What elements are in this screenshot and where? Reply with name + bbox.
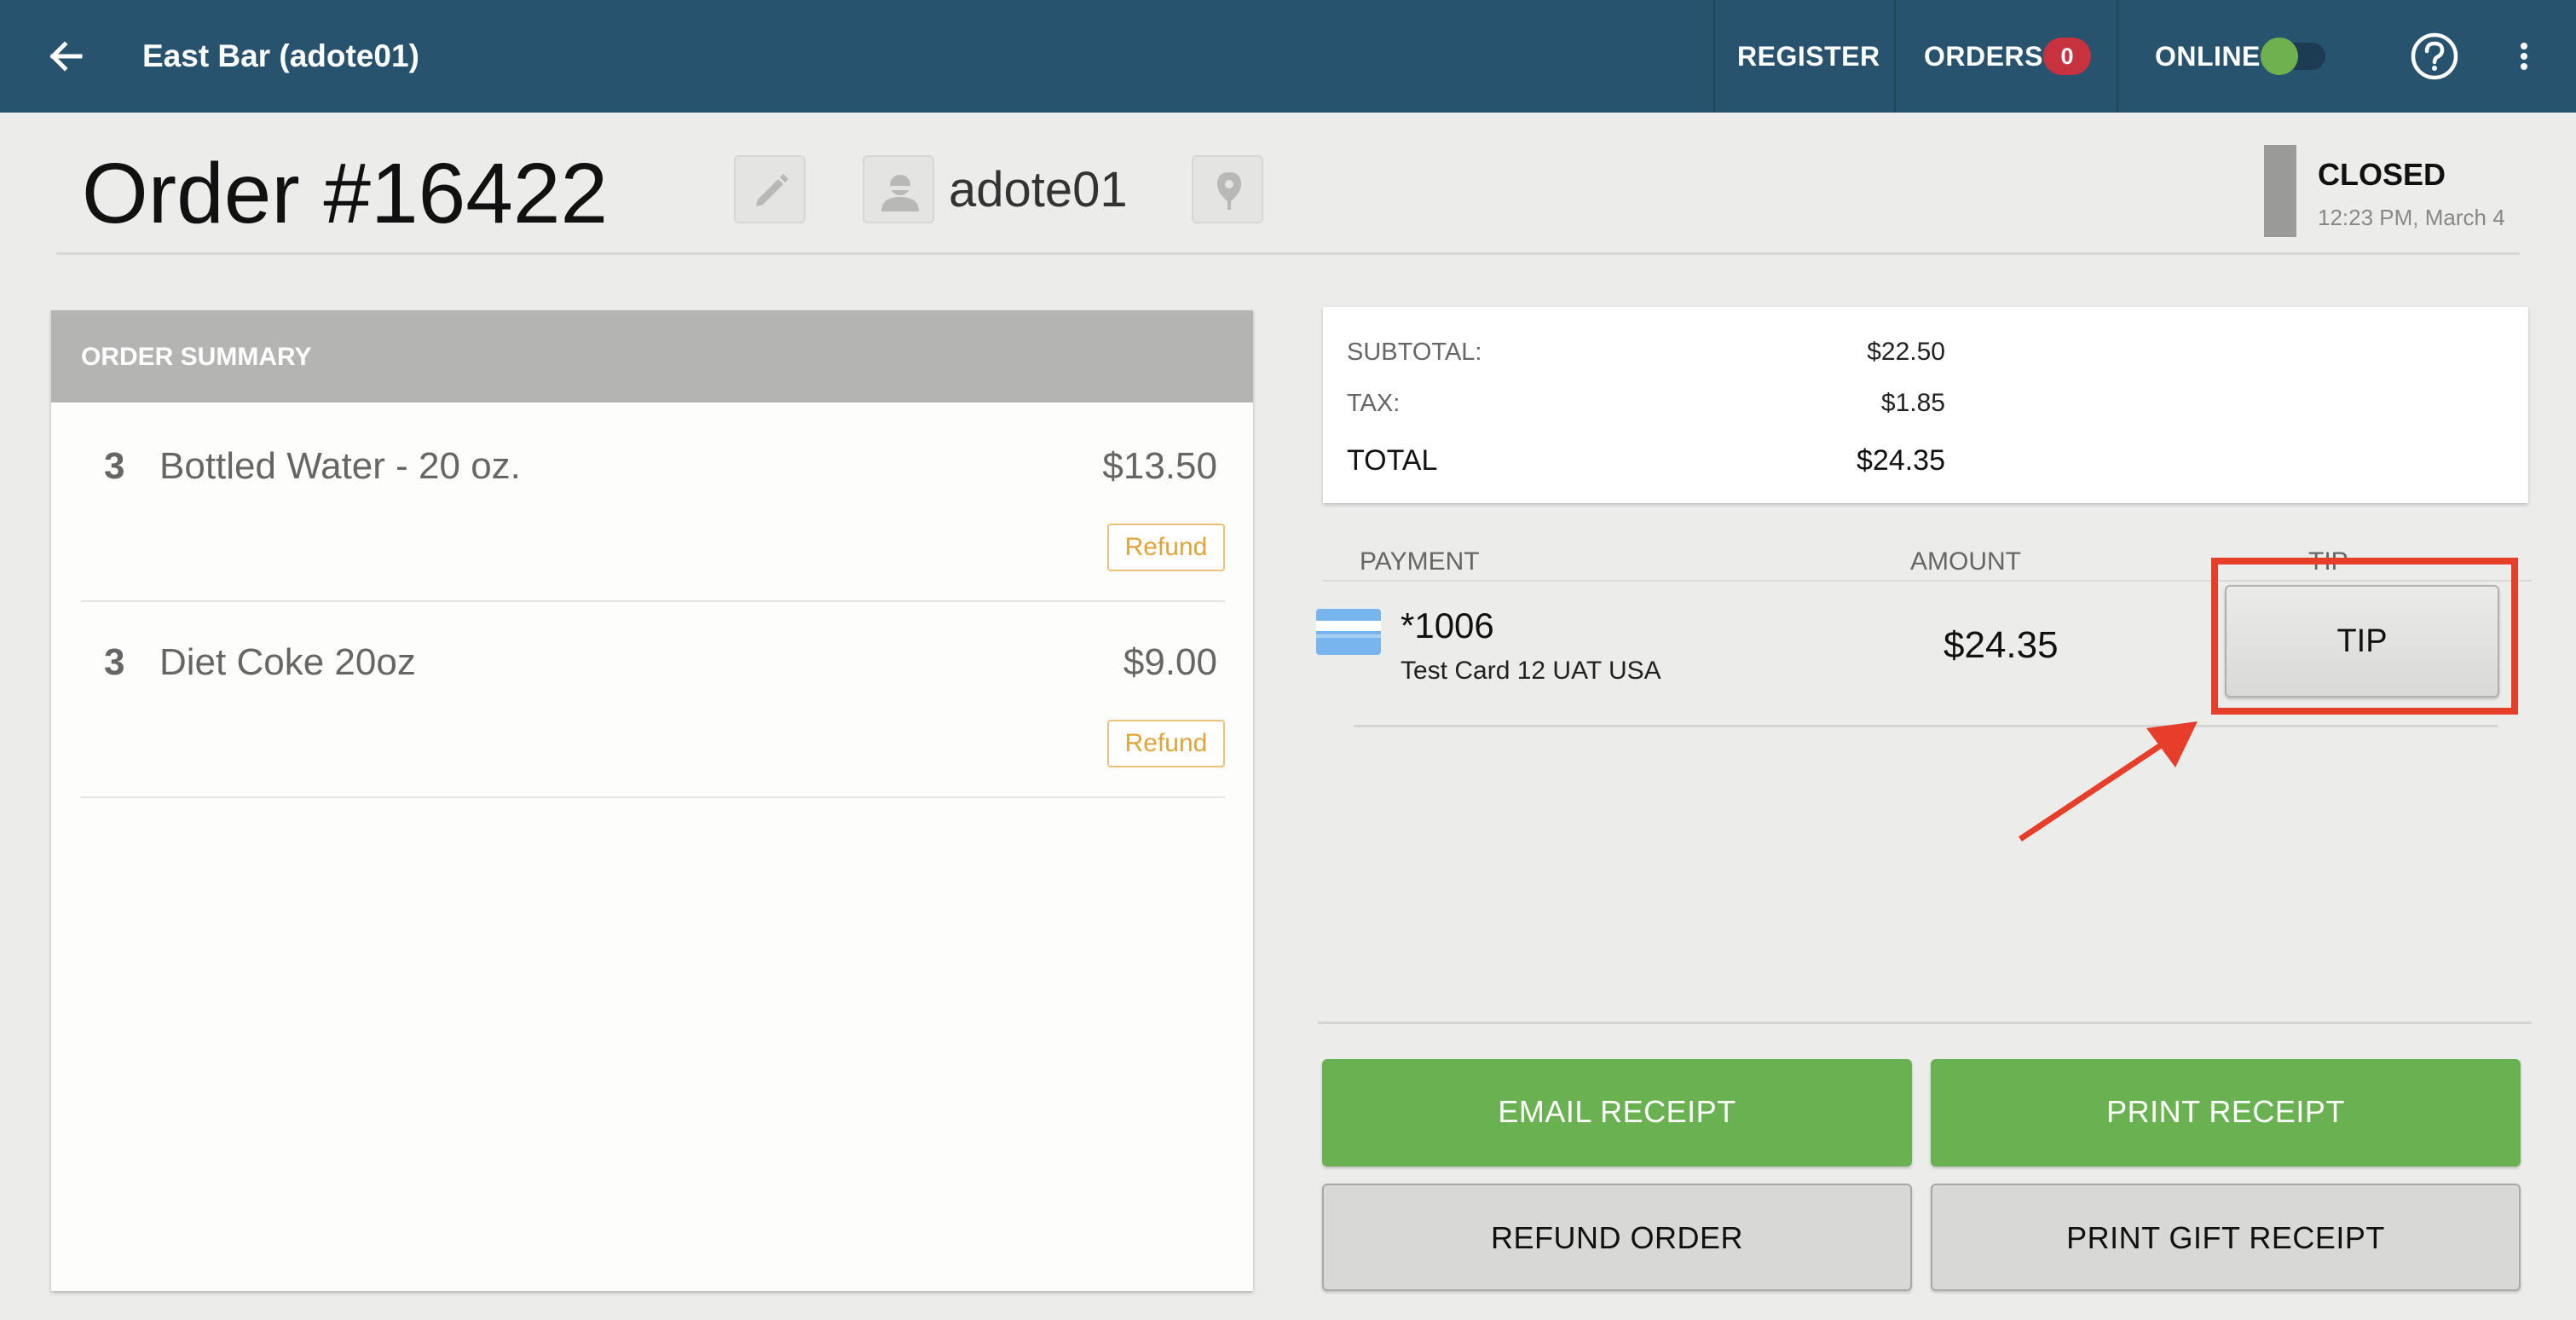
item-quantity: 3 — [104, 445, 125, 487]
nav-divider — [1713, 0, 1715, 113]
order-title: Order #16422 — [82, 146, 609, 241]
app-title: East Bar (adote01) — [142, 38, 419, 73]
customer-name: adote01 — [949, 162, 1128, 217]
item-divider — [81, 600, 1225, 602]
order-status-time: 12:23 PM, March 4 — [2318, 205, 2505, 230]
item-price: $13.50 — [1102, 445, 1217, 487]
print-receipt-button[interactable]: PRINT RECEIPT — [1931, 1059, 2521, 1167]
print-gift-receipt-button[interactable]: PRINT GIFT RECEIPT — [1931, 1184, 2521, 1291]
more-vert-icon[interactable] — [2513, 31, 2535, 82]
nav-divider — [1894, 0, 1896, 113]
location-button[interactable] — [1192, 155, 1263, 223]
item-refund-button[interactable]: Refund — [1107, 524, 1225, 571]
tax-value: $1.85 — [1880, 389, 1945, 417]
tip-highlight-annotation — [2211, 558, 2518, 715]
person-icon — [881, 175, 919, 211]
refund-order-button[interactable]: REFUND ORDER — [1322, 1184, 1912, 1291]
totals-card: SUBTOTAL: $22.50 TAX: $1.85 TOTAL $24.35 — [1323, 307, 2528, 503]
location-pin-icon — [1217, 172, 1241, 210]
email-receipt-button[interactable]: EMAIL RECEIPT — [1322, 1059, 1912, 1167]
online-toggle-knob[interactable] — [2261, 38, 2298, 75]
back-arrow-icon[interactable] — [41, 31, 92, 82]
nav-divider — [2117, 0, 2118, 113]
card-number: *1006 — [1401, 605, 1494, 646]
item-refund-button[interactable]: Refund — [1107, 720, 1225, 767]
item-name: Bottled Water - 20 oz. — [159, 445, 521, 487]
order-status: CLOSED — [2318, 157, 2446, 192]
orders-count-badge: 0 — [2043, 38, 2091, 75]
online-label: ONLINE — [2155, 41, 2261, 72]
order-summary-heading: ORDER SUMMARY — [81, 343, 312, 371]
order-summary-header: ORDER SUMMARY — [51, 310, 1253, 402]
total-value: $24.35 — [1857, 444, 1945, 477]
payment-row-divider — [1354, 725, 2498, 727]
amount-column-header: AMOUNT — [1910, 547, 2021, 576]
order-summary-panel: ORDER SUMMARY 3 Bottled Water - 20 oz. $… — [51, 310, 1253, 1291]
payment-amount: $24.35 — [1944, 624, 2059, 666]
subtotal-label: SUBTOTAL: — [1347, 339, 1482, 366]
item-divider — [81, 796, 1225, 798]
header-divider — [56, 252, 2520, 255]
actions-divider — [1318, 1022, 2532, 1024]
status-indicator — [2264, 145, 2296, 237]
item-quantity: 3 — [104, 641, 125, 683]
help-icon[interactable] — [2409, 31, 2460, 82]
orders-tab[interactable]: ORDERS — [1924, 0, 2043, 113]
item-price: $9.00 — [1123, 641, 1217, 683]
subtotal-value: $22.50 — [1867, 338, 1945, 366]
top-app-bar: East Bar (adote01) REGISTER ORDERS 0 ONL… — [0, 0, 2576, 113]
customer-button[interactable] — [863, 155, 934, 223]
tax-label: TAX: — [1347, 390, 1401, 417]
credit-card-icon — [1316, 609, 1381, 655]
total-label: TOTAL — [1347, 444, 1438, 477]
annotation-arrow-icon — [2019, 721, 2198, 842]
item-name: Diet Coke 20oz — [159, 641, 416, 683]
register-tab[interactable]: REGISTER — [1737, 0, 1880, 113]
pencil-icon — [756, 174, 788, 206]
edit-order-button[interactable] — [734, 155, 806, 223]
card-description: Test Card 12 UAT USA — [1401, 657, 1661, 685]
payment-column-header: PAYMENT — [1360, 547, 1480, 576]
